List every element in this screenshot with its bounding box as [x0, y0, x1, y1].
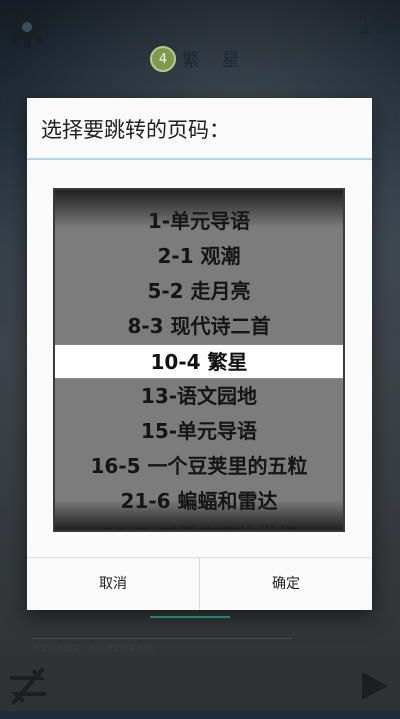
lesson-header: 4 繁 星 [150, 46, 248, 72]
picker-item[interactable]: 21-6 蝙蝠和雷达 [55, 484, 343, 519]
lesson-badge: 4 [150, 46, 176, 72]
page-picker[interactable]: 1-单元导语 2-1 观潮 5-2 走月亮 8-3 现代诗二首 10-4 繁星 13-语文… [53, 188, 345, 532]
lesson-title: 繁 星 [182, 50, 248, 71]
confirm-button[interactable]: 确定 [199, 558, 372, 610]
picker-item[interactable]: 8-3 现代诗二首 [55, 309, 343, 344]
footnote: 本文作者巴金，选作课文时有改动。 [32, 638, 292, 654]
rotate-icon[interactable] [6, 664, 50, 708]
jump-page-dialog: 选择要跳转的页码： 1-单元导语 2-1 观潮 5-2 走月亮 8-3 现代诗二首 10… [27, 98, 372, 610]
picker-item[interactable]: 16-5 一个豆荚里的五粒 [55, 449, 343, 484]
picker-list[interactable]: 1-单元导语 2-1 观潮 5-2 走月亮 8-3 现代诗二首 10-4 繁星 13-语文… [55, 204, 343, 530]
progress-indicator [150, 616, 230, 618]
picker-item[interactable]: 23-7 呼风唤雨的世纪 [55, 519, 343, 530]
gear-icon[interactable] [4, 4, 50, 50]
picker-item[interactable]: 5-2 走月亮 [55, 274, 343, 309]
picker-item[interactable]: 15-单元导语 [55, 414, 343, 449]
picker-item[interactable]: 13-语文园地 [55, 379, 343, 414]
page-number: 10 [357, 12, 388, 40]
title-divider [27, 158, 372, 160]
dialog-title: 选择要跳转的页码： [41, 118, 230, 142]
picker-item-selected[interactable]: 10-4 繁星 [55, 344, 343, 379]
play-icon[interactable] [356, 666, 392, 706]
cancel-button[interactable]: 取消 [27, 558, 199, 610]
dialog-buttons: 取消 确定 [27, 557, 372, 610]
picker-item[interactable]: 2-1 观潮 [55, 239, 343, 274]
picker-item[interactable]: 1-单元导语 [55, 204, 343, 239]
